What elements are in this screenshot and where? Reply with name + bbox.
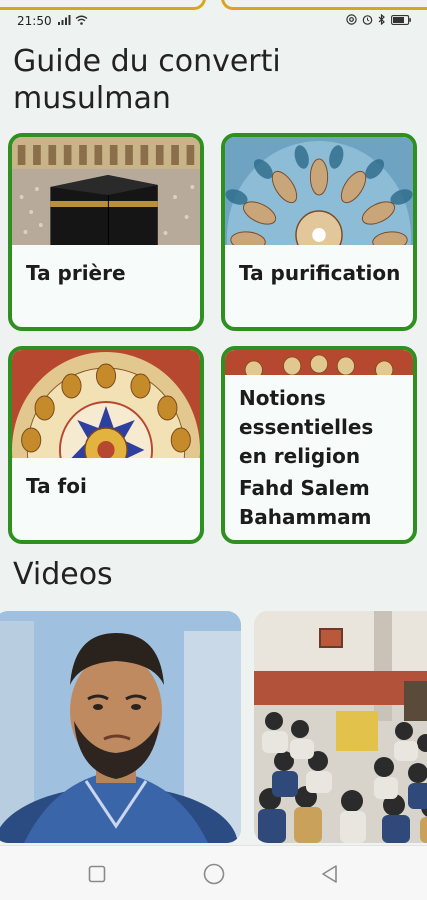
battery-icon: [391, 14, 411, 25]
card-label: Notions essentielles en religion: [239, 386, 374, 468]
card-label: Ta prière: [26, 261, 126, 285]
status-time: 21:50: [17, 14, 52, 28]
kaaba-image: [12, 137, 200, 245]
speaker-portrait-image: [0, 611, 241, 843]
card-author: Fahd Salem Bahammam: [239, 476, 372, 529]
status-bar: 21:50: [0, 0, 427, 34]
signal-icon: [58, 15, 71, 25]
system-navigation-bar: [0, 845, 427, 900]
ornament-dome-image: [12, 350, 200, 458]
video-thumbnail-lecture[interactable]: [254, 611, 427, 843]
card-label: Ta purification: [239, 261, 401, 285]
card-ta-priere[interactable]: Ta prière: [8, 133, 204, 331]
home-circle-icon[interactable]: [200, 860, 228, 888]
card-ta-foi[interactable]: Ta foi: [8, 346, 204, 544]
bluetooth-icon: [378, 14, 385, 25]
back-triangle-icon[interactable]: [316, 860, 344, 888]
videos-section-title: Videos: [13, 557, 113, 592]
card-ta-purification[interactable]: Ta purification: [221, 133, 417, 331]
wifi-icon: [75, 15, 88, 25]
card-label: Ta foi: [26, 474, 87, 498]
ornament-strip-image: [225, 350, 413, 375]
at-icon: [346, 14, 357, 25]
recents-square-icon[interactable]: [83, 860, 111, 888]
previous-card-edge: [221, 0, 427, 10]
card-notions-essentielles[interactable]: Notions essentielles en religion Fahd Sa…: [221, 346, 417, 544]
previous-card-edge: [0, 0, 206, 10]
video-thumbnail-speaker[interactable]: [0, 611, 241, 843]
lecture-hall-image: [254, 611, 427, 843]
guide-section-title: Guide du converti musulman: [13, 44, 281, 116]
alarm-icon: [362, 15, 373, 25]
mosaic-dome-image: [225, 137, 413, 245]
